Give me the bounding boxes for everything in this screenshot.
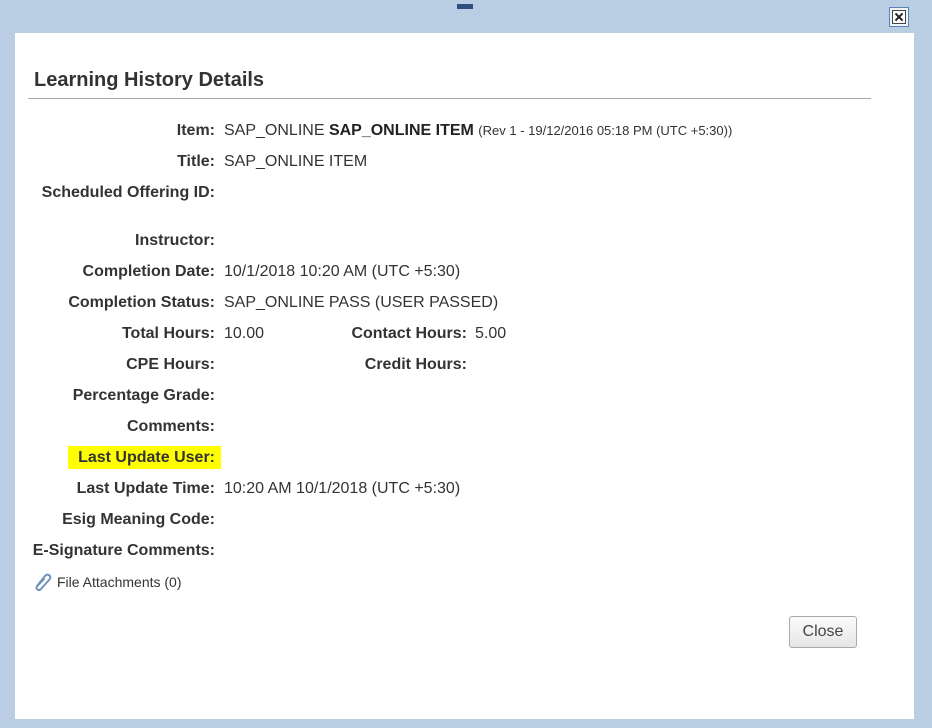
- close-x-button[interactable]: [889, 7, 909, 27]
- cpe-hours-label: CPE Hours:: [126, 356, 215, 373]
- credit-hours-label: Credit Hours:: [364, 356, 467, 373]
- esig-meaning-code-label: Esig Meaning Code:: [62, 511, 215, 528]
- last-update-user-label-wrap: Last Update User:: [68, 446, 221, 469]
- last-update-user-label: Last Update User:: [68, 446, 221, 469]
- title-divider: [28, 98, 871, 99]
- dialog-title: Learning History Details: [34, 69, 265, 91]
- comments-label: Comments:: [126, 418, 215, 435]
- completion-date-value: 10/1/2018 10:20 AM (UTC +5:30): [224, 263, 461, 280]
- drag-handle[interactable]: [457, 4, 473, 9]
- item-revision: (Rev 1 - 19/12/2016 05:18 PM (UTC +5:30)…: [478, 123, 733, 138]
- total-hours-value: 10.00: [224, 325, 265, 342]
- file-attachments-label: File Attachments (0): [57, 574, 182, 590]
- last-update-time-value: 10:20 AM 10/1/2018 (UTC +5:30): [224, 480, 461, 497]
- esignature-comments-label: E-Signature Comments:: [32, 542, 215, 559]
- item-value: SAP_ONLINE SAP_ONLINE ITEM (Rev 1 - 19/1…: [224, 122, 732, 140]
- completion-date-label: Completion Date:: [82, 263, 215, 280]
- file-attachments-link[interactable]: File Attachments (0): [31, 571, 182, 593]
- item-value-bold: SAP_ONLINE ITEM: [328, 122, 474, 139]
- close-icon: [892, 10, 906, 24]
- completion-status-label: Completion Status:: [68, 294, 215, 311]
- contact-hours-value: 5.00: [475, 325, 507, 342]
- item-label: Item:: [176, 122, 215, 139]
- backdrop: [0, 0, 14, 728]
- scheduled-offering-id-label: Scheduled Offering ID:: [41, 184, 215, 201]
- total-hours-label: Total Hours:: [121, 325, 215, 342]
- instructor-label: Instructor:: [135, 232, 215, 249]
- close-button[interactable]: Close: [789, 616, 857, 648]
- percentage-grade-label: Percentage Grade:: [72, 387, 215, 404]
- contact-hours-label: Contact Hours:: [351, 325, 467, 342]
- title-value: SAP_ONLINE ITEM: [224, 153, 368, 170]
- last-update-time-label: Last Update Time:: [76, 480, 215, 497]
- title-label: Title:: [177, 153, 215, 170]
- paperclip-icon: [35, 573, 52, 592]
- item-value-prefix: SAP_ONLINE: [224, 122, 325, 139]
- completion-status-value: SAP_ONLINE PASS (USER PASSED): [224, 294, 499, 311]
- learning-history-dialog: Learning History Details Item: SAP_ONLIN…: [15, 33, 914, 719]
